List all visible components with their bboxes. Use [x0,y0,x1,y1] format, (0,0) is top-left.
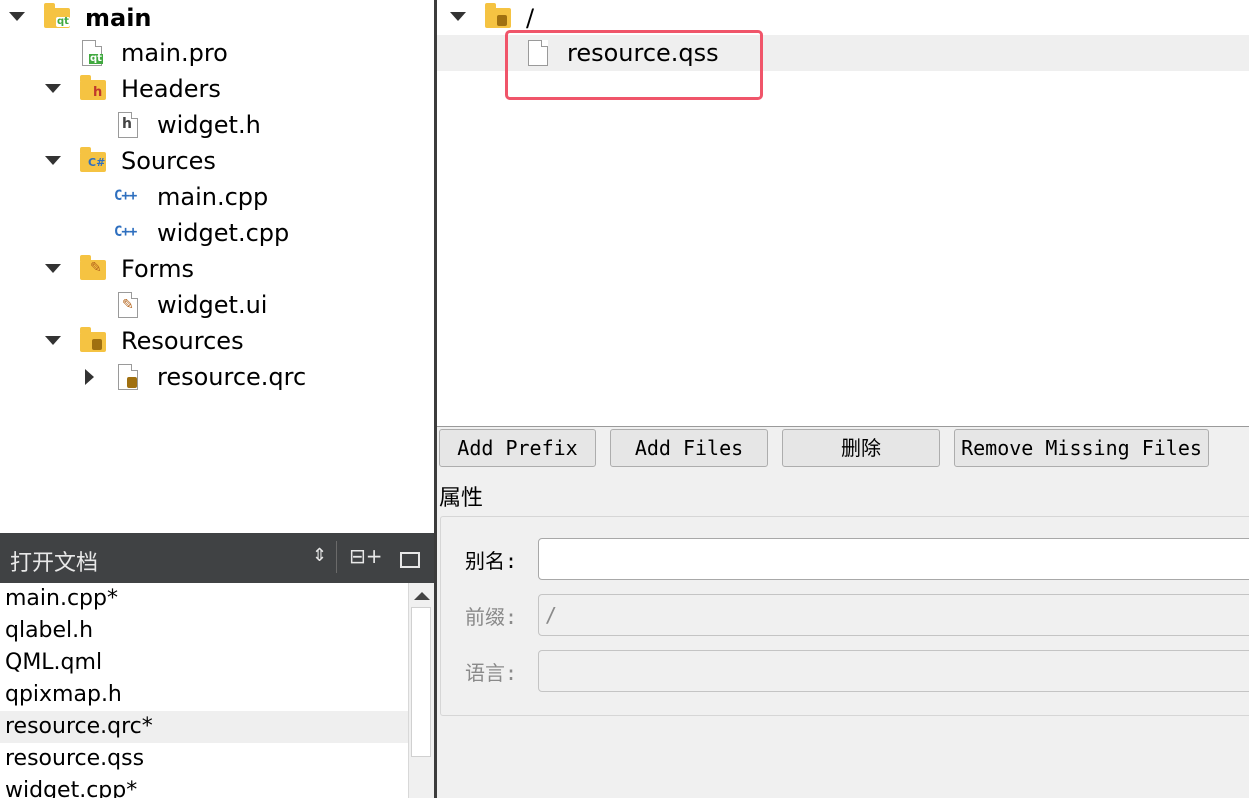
prefix-input[interactable]: / [538,594,1249,636]
properties-group: 别名: 前缀: / 语言: [440,516,1249,716]
ui-file-icon: ✎ [118,292,138,318]
add-prefix-button[interactable]: Add Prefix [439,429,596,467]
forms-folder-icon: ✎ [80,255,106,280]
resource-tree: / resource.qss [437,0,1249,426]
resources-folder-icon [80,327,106,352]
list-item-selected[interactable]: resource.qrc* [0,711,408,743]
expand-arrow-icon[interactable] [45,156,61,165]
sources-folder-icon: C# [80,147,106,172]
expand-arrow-icon[interactable] [9,12,25,21]
tree-item-forms[interactable]: Forms [121,251,194,287]
project-tree: qt main qt main.pro h Headers h widget.h… [0,0,434,533]
tree-item-label: widget.ui [157,291,268,319]
list-item[interactable]: resource.qss [0,743,408,775]
vertical-scrollbar[interactable] [408,583,434,798]
tree-item-label: / [526,4,535,32]
add-files-button[interactable]: Add Files [610,429,768,467]
properties-title: 属性 [439,486,484,511]
delete-button[interactable]: 删除 [782,429,940,467]
tree-item-label: main.cpp [157,183,269,211]
list-item[interactable]: qlabel.h [0,615,408,647]
tree-item-widget-h[interactable]: widget.h [157,107,261,143]
tree-item-widget-cpp[interactable]: widget.cpp [157,215,289,251]
list-item[interactable]: qpixmap.h [0,679,408,711]
tree-item-label: resource.qrc [157,363,307,391]
pro-file-icon: qt [82,40,103,66]
scroll-thumb[interactable] [411,607,431,757]
header-file-icon: h [118,112,138,138]
headers-folder-icon: h [80,75,106,100]
tree-item-resources[interactable]: Resources [121,323,244,359]
tree-item-main-pro[interactable]: main.pro [121,35,228,71]
tree-item-sources[interactable]: Sources [121,143,216,179]
list-item[interactable]: widget.cpp* [0,775,408,798]
expand-arrow-icon[interactable] [45,84,61,93]
qt-project-folder-icon: qt [44,3,70,28]
tree-item-label: widget.cpp [157,219,290,247]
expand-arrow-icon[interactable] [450,12,466,21]
scroll-up-arrow-icon[interactable] [414,592,430,600]
tree-item-label: Resources [121,327,244,355]
open-documents-list: main.cpp* qlabel.h QML.qml qpixmap.h res… [0,583,408,798]
cpp-file-icon: C++ [114,188,137,204]
open-documents-header: 打开文档 ⇕ ⊟+ [0,533,434,583]
expand-arrow-icon[interactable] [45,264,61,273]
language-input[interactable] [538,650,1249,692]
expand-arrow-icon[interactable] [45,336,61,345]
tree-item-label: Sources [121,147,216,175]
resource-button-bar: Add Prefix Add Files 删除 Remove Missing F… [437,426,1249,472]
tree-item-main[interactable]: main [85,0,152,36]
split-view-icon[interactable]: ⊟+ [349,544,383,568]
sort-updown-icon[interactable]: ⇕ [312,545,327,566]
tree-item-label: Headers [121,75,221,103]
tree-item-label: Forms [121,255,194,283]
properties-panel: 属性 别名: 前缀: / 语言: [437,472,1249,798]
qrc-file-icon [118,364,138,390]
prefix-folder-icon [485,3,511,28]
cpp-file-icon: C++ [114,224,137,240]
tree-item-resource-qrc[interactable]: resource.qrc [157,359,306,395]
tree-item-headers[interactable]: Headers [121,71,221,107]
alias-input[interactable] [538,538,1249,580]
collapse-arrow-icon[interactable] [85,369,94,385]
language-label: 语言: [465,661,518,685]
list-item[interactable]: main.cpp* [0,583,408,615]
open-documents-title: 打开文档 [10,551,99,576]
list-item[interactable]: QML.qml [0,647,408,679]
tree-item-label: main.pro [121,39,228,67]
tree-item-label: widget.h [157,111,261,139]
alias-label: 别名: [465,549,518,573]
prefix-label: 前缀: [465,605,518,629]
tree-item-main-cpp[interactable]: main.cpp [157,179,268,215]
tree-item-widget-ui[interactable]: widget.ui [157,287,267,323]
highlight-annotation-box [505,30,763,100]
remove-missing-files-button[interactable]: Remove Missing Files [954,429,1209,467]
tree-item-label: main [85,4,152,32]
header-divider [336,541,337,573]
close-pane-icon[interactable] [400,552,420,568]
